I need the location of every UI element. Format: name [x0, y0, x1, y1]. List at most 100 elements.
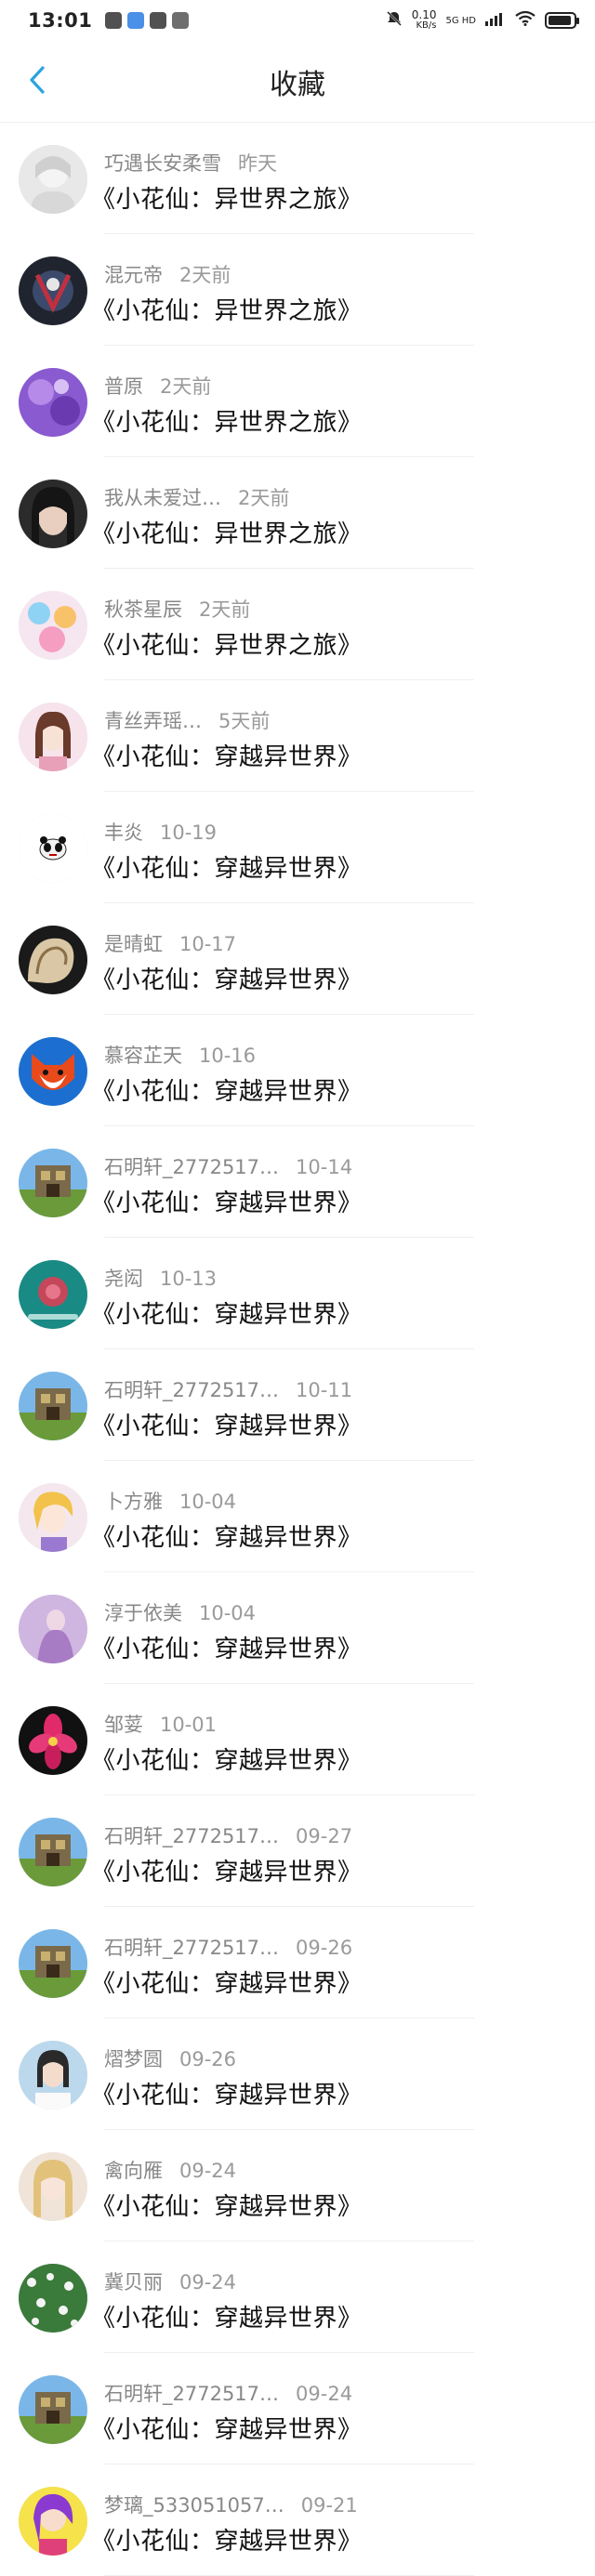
work-title[interactable]: 《小花仙：穿越异世界》: [91, 1965, 363, 1999]
back-button[interactable]: [17, 59, 58, 100]
list-item[interactable]: 青丝弄瑶… 5天前 《小花仙：穿越异世界》: [0, 680, 595, 792]
list-item[interactable]: 我从未爱过… 2天前 《小花仙：异世界之旅》: [0, 457, 595, 569]
avatar[interactable]: [19, 2375, 87, 2444]
work-title[interactable]: 《小花仙：穿越异世界》: [91, 738, 363, 772]
work-title[interactable]: 《小花仙：异世界之旅》: [91, 403, 363, 438]
work-title[interactable]: 《小花仙：穿越异世界》: [91, 2188, 363, 2222]
avatar[interactable]: [19, 1706, 87, 1775]
work-title[interactable]: 《小花仙：穿越异世界》: [91, 1630, 363, 1664]
avatar[interactable]: [19, 2041, 87, 2109]
avatar[interactable]: [19, 368, 87, 437]
battery-icon: [545, 12, 579, 29]
work-title[interactable]: 《小花仙：穿越异世界》: [91, 2522, 363, 2556]
work-title[interactable]: 《小花仙：异世界之旅》: [91, 626, 363, 661]
avatar[interactable]: [19, 926, 87, 994]
timestamp: 09-27: [296, 1825, 353, 1847]
list-item[interactable]: 淳于依美 10-04 《小花仙：穿越异世界》: [0, 1572, 595, 1684]
avatar[interactable]: [19, 1818, 87, 1886]
user-name: 石明轩_2772517…: [104, 1937, 280, 1959]
list-item[interactable]: 普原 2天前 《小花仙：异世界之旅》: [0, 346, 595, 457]
user-name: 冀贝丽: [104, 2271, 163, 2293]
work-title[interactable]: 《小花仙：穿越异世界》: [91, 1295, 363, 1330]
work-title[interactable]: 《小花仙：穿越异世界》: [91, 2299, 363, 2333]
list-item[interactable]: 混元帝 2天前《小花仙：异世界之旅》: [0, 234, 595, 346]
list-item[interactable]: 石明轩_2772517… 10-11 《小花仙：穿越异世界》: [0, 1349, 595, 1461]
avatar[interactable]: [19, 1483, 87, 1552]
status-time: 13:01: [28, 9, 93, 32]
avatar[interactable]: [19, 1260, 87, 1329]
user-name: 梦璃_533051057…: [104, 2494, 284, 2517]
net-speed: 0.10 KB/s: [411, 8, 437, 31]
avatar[interactable]: [19, 1929, 87, 1998]
avatar[interactable]: [19, 1037, 87, 1106]
work-title[interactable]: 《小花仙：穿越异世界》: [91, 1184, 363, 1218]
timestamp: 09-24: [179, 2160, 237, 2182]
list-item[interactable]: 卜方雅 10-04 《小花仙：穿越异世界》: [0, 1461, 595, 1572]
user-name: 禽向雁: [104, 2160, 163, 2182]
avatar[interactable]: [19, 145, 87, 214]
wifi-icon: [515, 10, 536, 30]
avatar[interactable]: [19, 591, 87, 660]
item-meta: 邹荽 10-01: [104, 1710, 217, 1738]
user-name: 秋茶星辰: [104, 598, 182, 621]
list-item[interactable]: 禽向雁 09-24 《小花仙：穿越异世界》: [0, 2130, 595, 2241]
user-name: 慕容芷天: [104, 1045, 182, 1067]
timestamp: 10-17: [179, 933, 237, 955]
avatar[interactable]: [19, 703, 87, 771]
work-title[interactable]: 《小花仙：穿越异世界》: [91, 2411, 363, 2445]
favorites-list: 巧遇长安柔雪 昨天 《小花仙：异世界之旅》 混元帝 2天前 《小花仙：异世界之旅》 普原 2天…: [0, 123, 595, 2576]
work-title[interactable]: 《小花仙：穿越异世界》: [91, 1853, 363, 1887]
user-name: 邹荽: [104, 1714, 143, 1736]
list-item[interactable]: 丰炎 10-19 《小花仙：穿越异世界》: [0, 792, 595, 903]
item-meta: 是晴虹 10-17: [104, 929, 236, 957]
work-title[interactable]: 《小花仙：异世界之旅》: [91, 515, 363, 549]
avatar[interactable]: [19, 480, 87, 548]
item-meta: 石明轩_2772517… 10-14: [104, 1152, 352, 1180]
item-meta: 梦璃_533051057… 09-21: [104, 2491, 358, 2518]
list-item[interactable]: 熠梦圆 09-26 《小花仙：穿越异世界》: [0, 2018, 595, 2130]
avatar[interactable]: [19, 2152, 87, 2221]
avatar[interactable]: [19, 1149, 87, 1217]
avatar[interactable]: [19, 2487, 87, 2556]
work-title[interactable]: 《小花仙：穿越异世界》: [91, 1741, 363, 1776]
avatar[interactable]: [19, 2264, 87, 2333]
item-meta: 熠梦圆 09-26: [104, 2044, 236, 2072]
work-title[interactable]: 《小花仙：异世界之旅》: [91, 180, 363, 215]
qq-icon: [105, 12, 123, 29]
work-title[interactable]: 《小花仙：穿越异世界》: [91, 961, 363, 995]
notification-icons: [105, 12, 190, 29]
item-meta: 卜方雅 10-04: [104, 1487, 236, 1515]
list-item[interactable]: 石明轩_2772517… 09-26 《小花仙：穿越异世界》: [0, 1907, 595, 2018]
list-item[interactable]: 巧遇长安柔雪 昨天《小花仙：异世界之旅》: [0, 123, 595, 234]
timestamp: 2天前: [199, 598, 251, 621]
work-title[interactable]: 《小花仙：穿越异世界》: [91, 1518, 363, 1553]
avatar[interactable]: [19, 1372, 87, 1440]
list-item[interactable]: 慕容芷天 10-16 《小花仙：穿越异世界》: [0, 1015, 595, 1126]
work-title[interactable]: 《小花仙：异世界之旅》: [91, 292, 363, 326]
item-meta: 混元帝 2天前: [104, 260, 231, 288]
work-title[interactable]: 《小花仙：穿越异世界》: [91, 2076, 363, 2110]
work-title[interactable]: 《小花仙：穿越异世界》: [91, 1407, 363, 1441]
list-item[interactable]: 冀贝丽 09-24 《小花仙：穿越异世界》: [0, 2241, 595, 2353]
item-meta: 巧遇长安柔雪 昨天: [104, 149, 277, 177]
page-title: 收藏: [270, 68, 325, 101]
avatar[interactable]: [19, 1595, 87, 1663]
timestamp: 10-19: [160, 821, 218, 844]
work-title[interactable]: 《小花仙：穿越异世界》: [91, 849, 363, 884]
timestamp: 10-16: [199, 1045, 257, 1067]
mute-icon: [386, 10, 403, 31]
avatar[interactable]: [19, 814, 87, 883]
signal-icon: [485, 11, 506, 30]
list-item[interactable]: 尧闳 10-13 《小花仙：穿越异世界》: [0, 1238, 595, 1349]
list-item[interactable]: 邹荽 10-01 《小花仙：穿越异世界》: [0, 1684, 595, 1795]
list-item[interactable]: 石明轩_2772517… 10-14 《小花仙：穿越异世界》: [0, 1126, 595, 1238]
user-name: 卜方雅: [104, 1491, 163, 1513]
user-name: 熠梦圆: [104, 2048, 163, 2070]
list-item[interactable]: 石明轩_2772517… 09-27 《小花仙：穿越异世界》: [0, 1795, 595, 1907]
avatar[interactable]: [19, 256, 87, 325]
list-item[interactable]: 梦璃_533051057… 09-21 《小花仙：穿越异世界》: [0, 2464, 595, 2576]
list-item[interactable]: 是晴虹 10-17 《小花仙：穿越异世界》: [0, 903, 595, 1015]
list-item[interactable]: 秋茶星辰 2天前《小花仙：异世界之旅》: [0, 569, 595, 680]
work-title[interactable]: 《小花仙：穿越异世界》: [91, 1072, 363, 1107]
list-item[interactable]: 石明轩_2772517… 09-24 《小花仙：穿越异世界》: [0, 2353, 595, 2464]
